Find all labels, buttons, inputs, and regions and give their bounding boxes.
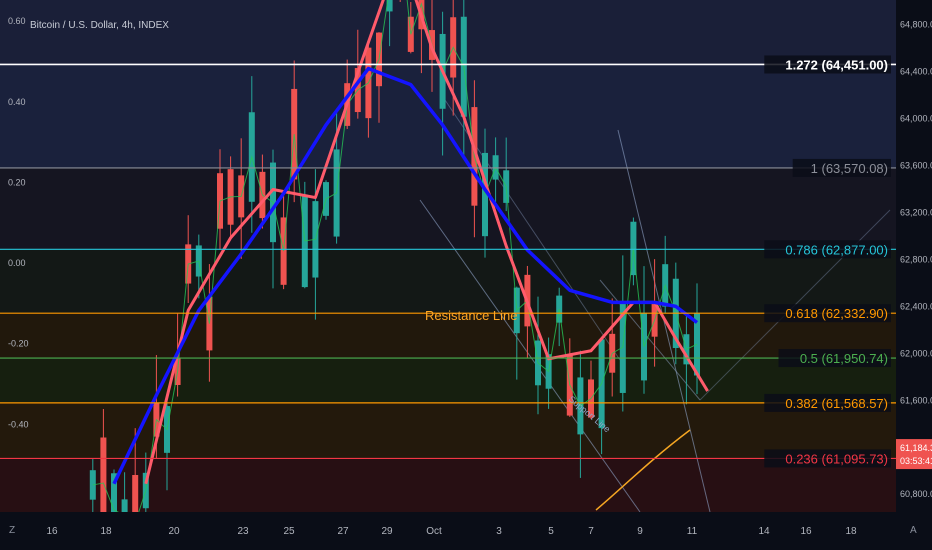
fib-level-label: 0.236 (61,095.73) (785, 451, 888, 466)
left-axis-tick: 0.00 (8, 258, 26, 268)
fib-zone (0, 402, 896, 459)
time-axis-panel (0, 512, 932, 550)
right-axis-tick: 61,600.00 (900, 395, 932, 405)
fib-level-label: 0.786 (62,877.00) (785, 242, 888, 257)
right-axis-tick: 63,200.00 (900, 207, 932, 217)
left-axis-tick: 0.60 (8, 16, 26, 26)
time-axis-tick: 20 (168, 526, 180, 537)
right-axis-tick: 64,800.00 (900, 19, 932, 29)
time-axis-tick: 18 (845, 526, 857, 537)
time-axis-tick: 16 (46, 526, 58, 537)
time-axis-tick: 23 (237, 526, 249, 537)
fib-level-label: 0.5 (61,950.74) (800, 351, 888, 366)
fib-level-label: 1.272 (64,451.00) (785, 57, 888, 72)
right-axis-tick: 60,800.00 (900, 489, 932, 499)
time-axis-tick: 3 (496, 526, 502, 537)
time-axis-tick: 16 (800, 526, 812, 537)
fib-zone-top (0, 0, 896, 65)
auto-scale-button[interactable]: A (910, 525, 917, 536)
right-axis-tick: 62,800.00 (900, 254, 932, 264)
price-chart[interactable]: 1.272 (64,451.00) 1 (63,570.08) 0.786 (62,… (0, 0, 932, 550)
time-axis-tick: 18 (100, 526, 112, 537)
time-axis-tick: 11 (687, 526, 698, 537)
zoom-toggle-button[interactable]: Z (9, 525, 15, 536)
right-axis-tick: 62,400.00 (900, 301, 932, 311)
time-axis-tick: Oct (426, 526, 442, 537)
resistance-line-label: Resistance Line (425, 308, 518, 323)
time-axis-tick: 25 (283, 526, 295, 537)
left-axis-tick: -0.20 (8, 339, 29, 349)
fib-zone (0, 167, 896, 250)
time-axis-tick: 14 (758, 526, 770, 537)
fib-zone (0, 249, 896, 314)
fib-level-label: 0.382 (61,568.57) (785, 396, 888, 411)
bar-countdown: 03:53:41 (900, 456, 932, 466)
time-axis-tick: 27 (337, 526, 349, 537)
fib-zone (0, 358, 896, 403)
time-axis-tick: 7 (588, 526, 594, 537)
right-axis-tick: 63,600.00 (900, 160, 932, 170)
left-axis-tick: 0.40 (8, 97, 26, 107)
time-axis-tick: 5 (548, 526, 554, 537)
chart-root[interactable]: 1.272 (64,451.00) 1 (63,570.08) 0.786 (62,… (0, 0, 932, 550)
right-axis-tick: 64,400.00 (900, 66, 932, 76)
left-axis-tick: 0.20 (8, 177, 26, 187)
right-axis-tick: 64,000.00 (900, 113, 932, 123)
left-axis-tick: -0.40 (8, 419, 29, 429)
time-axis-tick: 29 (381, 526, 393, 537)
current-price-value: 61,184.32 (900, 443, 932, 453)
fib-level-label: 0.618 (62,332.90) (785, 306, 888, 321)
time-axis-tick: 9 (637, 526, 643, 537)
fib-level-label: 1 (63,570.08) (811, 161, 888, 176)
right-axis-tick: 62,000.00 (900, 348, 932, 358)
chart-title: Bitcoin / U.S. Dollar, 4h, INDEX (30, 20, 169, 31)
